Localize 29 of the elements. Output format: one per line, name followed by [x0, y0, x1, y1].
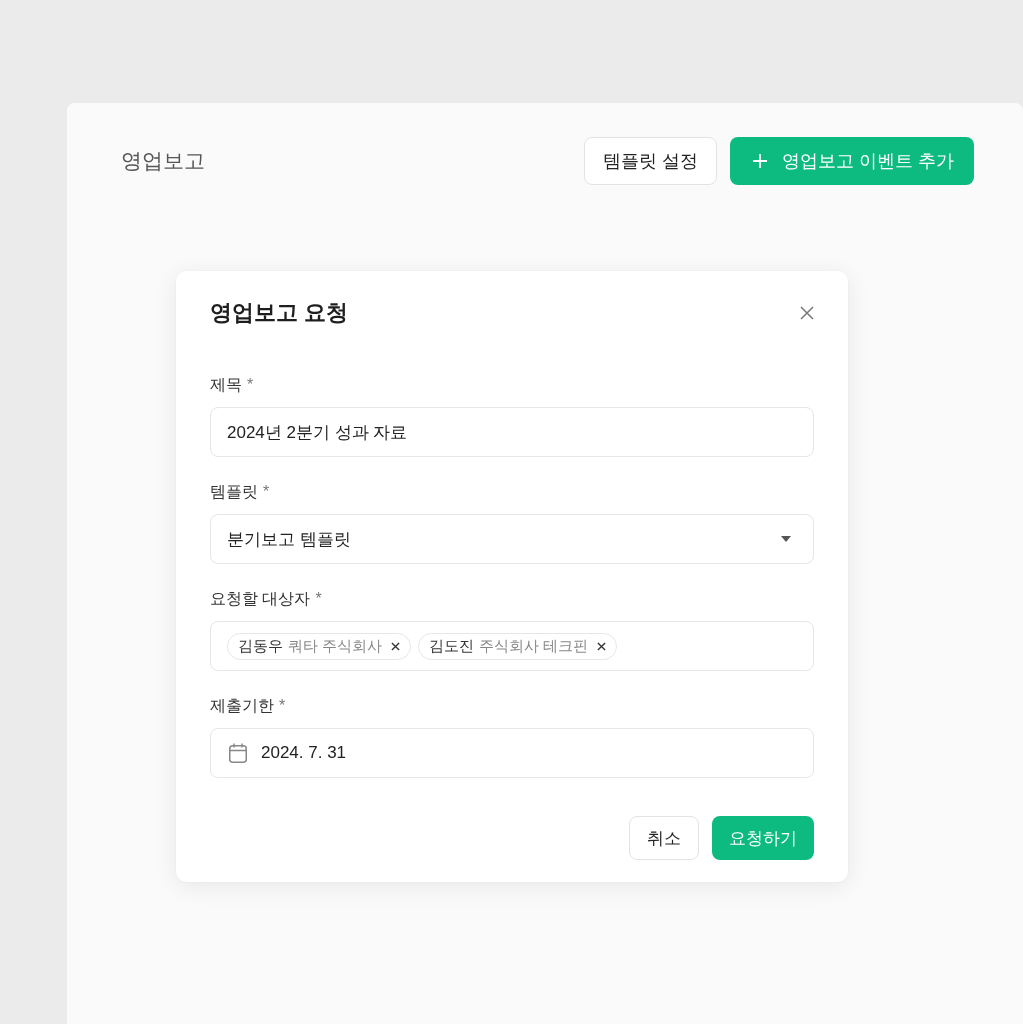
recipient-company: 주식회사 테크핀: [479, 636, 589, 656]
calendar-icon: [229, 743, 247, 763]
remove-icon[interactable]: [391, 641, 401, 651]
required-mark: *: [247, 376, 254, 394]
select-value: 분기보고 템플릿: [227, 528, 351, 551]
recipients-input[interactable]: 김동우 쿼타 주식회사 김도진 주식회사 테크핀: [210, 621, 814, 671]
required-mark: *: [315, 590, 322, 608]
cancel-button[interactable]: 취소: [629, 816, 699, 860]
plus-icon: [753, 154, 768, 168]
recipient-name: 김동우: [238, 636, 283, 656]
remove-icon[interactable]: [597, 641, 607, 651]
field-label: 요청할 대상자: [210, 588, 311, 609]
field-label: 제출기한: [210, 695, 274, 716]
date-value: 2024. 7. 31: [261, 743, 347, 763]
input-value: 2024년 2분기 성과 자료: [227, 421, 408, 444]
template-select[interactable]: 분기보고 템플릿: [210, 514, 814, 564]
date-input[interactable]: 2024. 7. 31: [210, 728, 814, 778]
caret-icon: [781, 536, 791, 542]
page-title: 영업보고: [121, 148, 205, 174]
required-mark: *: [263, 483, 270, 501]
close-icon[interactable]: [800, 306, 814, 320]
recipient-company: 쿼타 주식회사: [288, 636, 383, 656]
recipient-name: 김도진: [429, 636, 475, 656]
title-input[interactable]: 2024년 2분기 성과 자료: [210, 407, 814, 457]
required-mark: *: [279, 697, 286, 715]
template-settings-button[interactable]: 템플릿 설정: [584, 137, 718, 185]
dialog-title: 영업보고 요청: [210, 299, 349, 327]
field-label: 템플릿: [210, 481, 258, 502]
field-label: 제목: [210, 374, 242, 395]
